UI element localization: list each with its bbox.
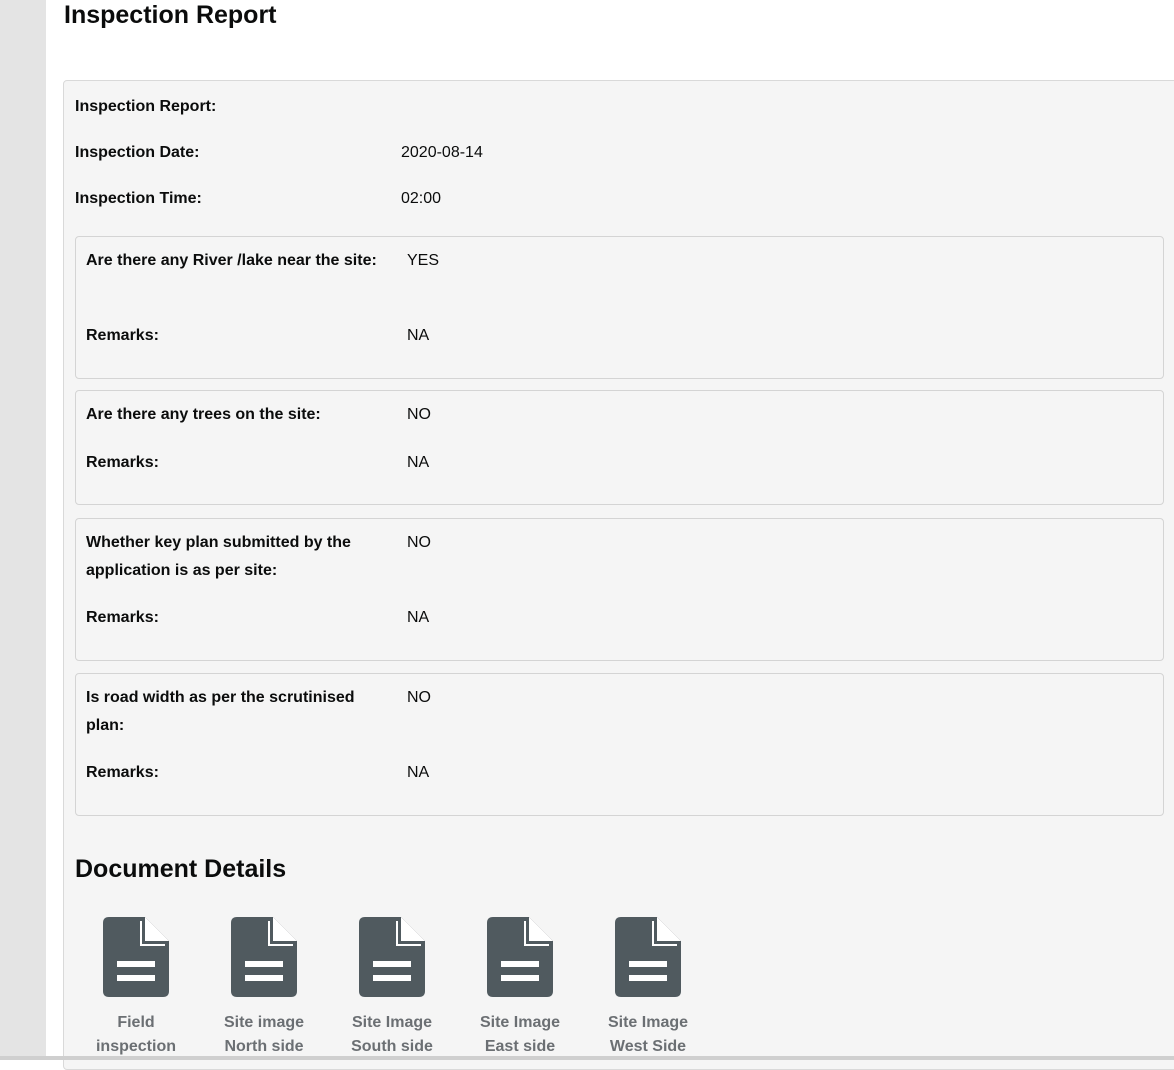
remarks-value: NA: [407, 322, 429, 350]
document-field-inspection[interactable]: Field inspection: [81, 917, 191, 1059]
document-label: Site Image West Side: [593, 1011, 703, 1059]
question-box-trees: Are there any trees on the site: NO Rema…: [75, 390, 1164, 505]
question-answer: YES: [407, 247, 439, 275]
document-label: Site Image East side: [465, 1011, 575, 1059]
question-label: Is road width as per the scrutinised pla…: [86, 684, 386, 740]
document-icon: [615, 917, 681, 997]
question-box-road-width: Is road width as per the scrutinised pla…: [75, 673, 1164, 816]
report-heading: Inspection Report:: [75, 95, 216, 119]
question-label: Are there any trees on the site:: [86, 401, 386, 429]
document-label: Site image North side: [209, 1011, 319, 1059]
document-site-image-south[interactable]: Site Image South side: [337, 917, 447, 1059]
document-icon: [231, 917, 297, 997]
question-answer: NO: [407, 401, 431, 429]
remarks-value: NA: [407, 449, 429, 477]
question-answer: NO: [407, 529, 431, 557]
document-icon: [487, 917, 553, 997]
document-icon: [103, 917, 169, 997]
document-label: Site Image South side: [337, 1011, 447, 1059]
question-box-key-plan: Whether key plan submitted by the applic…: [75, 518, 1164, 661]
page-title: Inspection Report: [64, 0, 277, 30]
document-icon: [359, 917, 425, 997]
inspection-date-value: 2020-08-14: [401, 141, 483, 165]
document-label: Field inspection: [81, 1011, 191, 1059]
question-answer: NO: [407, 684, 431, 712]
question-label: Are there any River /lake near the site:: [86, 247, 386, 275]
inspection-date-label: Inspection Date:: [75, 141, 199, 165]
document-site-image-north[interactable]: Site image North side: [209, 917, 319, 1059]
inspection-time-label: Inspection Time:: [75, 187, 202, 211]
remarks-label: Remarks:: [86, 449, 386, 477]
remarks-label: Remarks:: [86, 759, 386, 787]
question-label: Whether key plan submitted by the applic…: [86, 529, 386, 585]
document-details-title: Document Details: [75, 851, 286, 887]
left-sidebar-rail: [0, 0, 46, 1060]
remarks-value: NA: [407, 759, 429, 787]
document-site-image-east[interactable]: Site Image East side: [465, 917, 575, 1059]
remarks-label: Remarks:: [86, 604, 386, 632]
inspection-time-value: 02:00: [401, 187, 441, 211]
remarks-value: NA: [407, 604, 429, 632]
inspection-report-card: Inspection Report: Inspection Date: 2020…: [63, 80, 1174, 1070]
document-site-image-west[interactable]: Site Image West Side: [593, 917, 703, 1059]
horizontal-scrollbar[interactable]: [0, 1056, 1174, 1060]
remarks-label: Remarks:: [86, 322, 386, 350]
question-box-river-lake: Are there any River /lake near the site:…: [75, 236, 1164, 379]
